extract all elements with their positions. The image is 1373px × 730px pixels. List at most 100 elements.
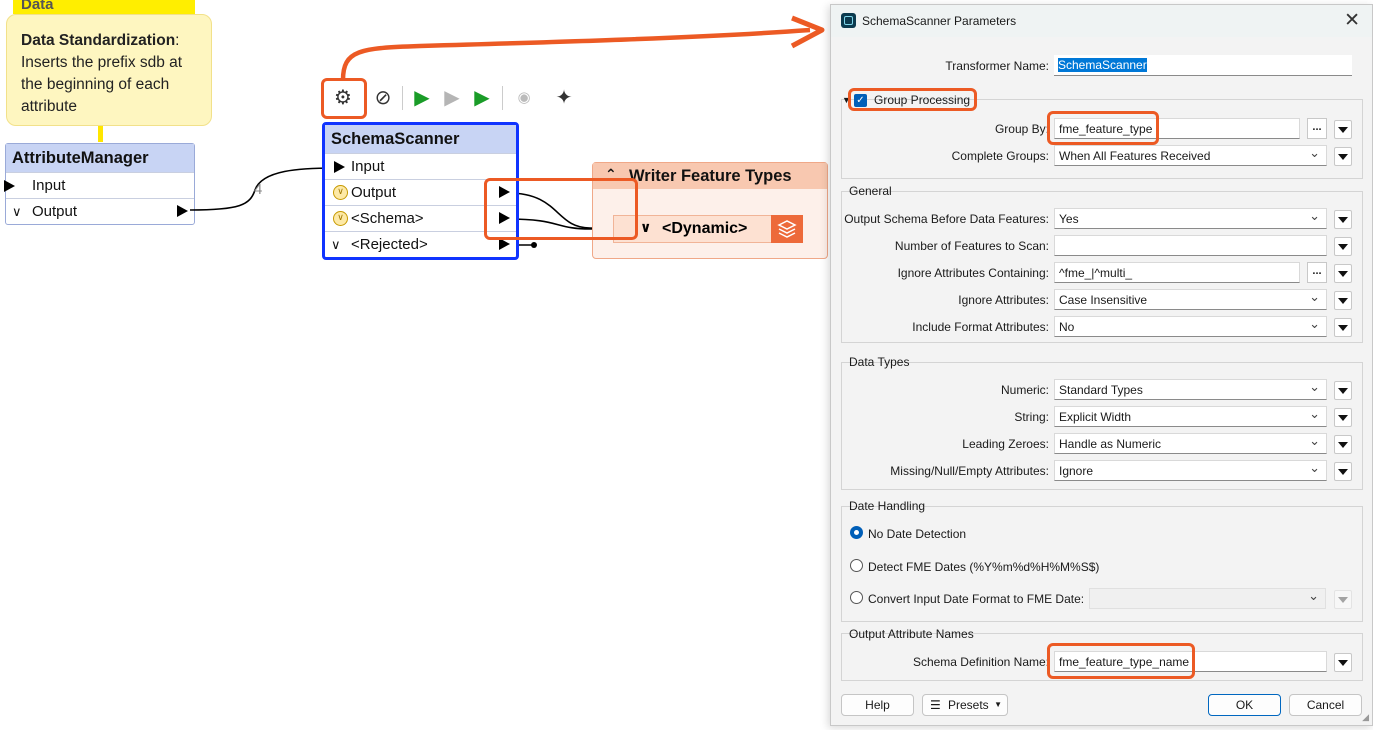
input-port[interactable]: Input	[325, 153, 516, 179]
complete-groups-select[interactable]: When All Features Received	[1054, 145, 1327, 166]
dropdown-arrow-icon: ▼	[994, 700, 1002, 709]
parameter-menu-button[interactable]	[1334, 237, 1352, 256]
workspace-canvas[interactable]: Data Data Standardization: Inserts the p…	[0, 0, 830, 730]
ignore-attributes-select[interactable]: Case Insensitive	[1054, 289, 1327, 310]
parameter-menu-button[interactable]	[1334, 147, 1352, 166]
include-format-value: No	[1059, 320, 1075, 334]
port-label: <Rejected>	[351, 236, 428, 253]
complete-groups-value: When All Features Received	[1059, 149, 1211, 163]
chevron-down-icon: ∨	[331, 237, 341, 252]
disable-icon[interactable]: ⊘	[369, 83, 397, 113]
feature-count-label: 4	[254, 181, 263, 198]
general-section-label: General	[849, 184, 892, 198]
parameter-menu-button[interactable]	[1334, 462, 1352, 481]
conditional-icon: ∨	[333, 211, 348, 226]
sparkle-icon[interactable]: ✦	[550, 83, 578, 113]
presets-label: Presets	[948, 698, 989, 712]
parameter-menu-button[interactable]	[1334, 408, 1352, 427]
run-to-this-icon[interactable]: ▶	[408, 83, 436, 113]
include-format-select[interactable]: No	[1054, 316, 1327, 337]
date-handling-section-label: Date Handling	[849, 499, 926, 513]
app-icon	[841, 13, 856, 28]
leading-zeroes-label: Leading Zeroes:	[962, 437, 1049, 451]
presets-button[interactable]: ☰ Presets ▼	[922, 694, 1008, 716]
ignore-attributes-label: Ignore Attributes:	[958, 293, 1049, 307]
string-value: Explicit Width	[1059, 410, 1132, 424]
ellipsis-button[interactable]: ...	[1307, 118, 1327, 139]
dynamic-feature-type[interactable]: ∨ <Dynamic>	[613, 215, 803, 243]
cancel-button[interactable]: Cancel	[1289, 694, 1362, 716]
toolbar-separator	[402, 86, 403, 110]
output-schema-select[interactable]: Yes	[1054, 208, 1327, 229]
complete-groups-label: Complete Groups:	[951, 149, 1049, 163]
detect-fme-dates-radio[interactable]	[850, 559, 863, 572]
inspect-icon[interactable]: ◉	[510, 83, 538, 113]
transformer-title: SchemaScanner	[325, 125, 516, 153]
schema-definition-label: Schema Definition Name:	[912, 655, 1049, 669]
ok-button[interactable]: OK	[1208, 694, 1281, 716]
output-schema-value: Yes	[1059, 212, 1079, 226]
ports-highlight	[484, 178, 638, 240]
ignore-attributes-value: Case Insensitive	[1059, 293, 1148, 307]
run-only-icon[interactable]: ▶	[468, 83, 496, 113]
numeric-value: Standard Types	[1059, 383, 1143, 397]
parameter-menu-button[interactable]	[1334, 435, 1352, 454]
num-features-label: Number of Features to Scan:	[894, 239, 1049, 253]
numeric-label: Numeric:	[1000, 383, 1049, 397]
group-by-label: Group By:	[994, 122, 1049, 136]
numeric-select[interactable]: Standard Types	[1054, 379, 1327, 400]
input-port-arrow-icon	[334, 161, 345, 173]
parameter-menu-button[interactable]	[1334, 318, 1352, 337]
date-format-select	[1089, 588, 1326, 609]
data-types-section-label: Data Types	[849, 355, 910, 369]
presets-icon: ☰	[930, 698, 941, 712]
leading-zeroes-select[interactable]: Handle as Numeric	[1054, 433, 1327, 454]
close-icon[interactable]: ✕	[1344, 9, 1360, 32]
parameter-menu-button	[1334, 590, 1352, 609]
dialog-titlebar: SchemaScanner Parameters ✕	[831, 5, 1372, 37]
toolbar-separator	[502, 86, 503, 110]
port-label: Input	[351, 158, 385, 175]
convert-date-radio[interactable]	[850, 591, 863, 604]
parameter-menu-button[interactable]	[1334, 210, 1352, 229]
group-by-highlight	[1047, 111, 1159, 145]
parameter-menu-button[interactable]	[1334, 120, 1352, 139]
parameter-menu-button[interactable]	[1334, 381, 1352, 400]
dialog-title: SchemaScanner Parameters	[862, 14, 1017, 28]
ignore-containing-field[interactable]: ^fme_|^multi_	[1054, 262, 1300, 283]
port-label: Output	[351, 184, 397, 201]
rejected-end-dot	[531, 242, 537, 248]
port-label: <Schema>	[351, 210, 424, 227]
chevron-down-icon: ∨	[640, 219, 652, 235]
help-button[interactable]: Help	[841, 694, 914, 716]
layers-icon	[771, 215, 803, 243]
connection-am-ss[interactable]	[189, 167, 336, 211]
missing-value: Ignore	[1059, 464, 1094, 478]
parameter-menu-button[interactable]	[1334, 264, 1352, 283]
writer-title: Writer Feature Types	[629, 167, 792, 185]
transformer-name-value: SchemaScanner	[1058, 58, 1147, 72]
resize-grip-icon[interactable]: ◢	[1362, 712, 1369, 723]
callout-arrow	[340, 27, 811, 81]
group-processing-highlight	[848, 88, 977, 111]
detect-fme-dates-label: Detect FME Dates (%Y%m%d%H%M%S$)	[868, 560, 1100, 574]
leading-zeroes-value: Handle as Numeric	[1059, 437, 1162, 451]
no-date-detection-radio[interactable]	[850, 526, 863, 539]
output-attributes-section-label: Output Attribute Names	[849, 627, 974, 641]
ellipsis-button[interactable]: ...	[1307, 262, 1327, 283]
output-schema-label: Output Schema Before Data Features:	[844, 212, 1049, 226]
ignore-containing-value: ^fme_|^multi_	[1059, 266, 1133, 280]
no-date-detection-label: No Date Detection	[868, 527, 967, 541]
transformer-name-field[interactable]: SchemaScanner	[1054, 55, 1352, 76]
num-features-field[interactable]	[1054, 235, 1327, 256]
schema-definition-highlight	[1047, 643, 1195, 679]
include-format-label: Include Format Attributes:	[912, 320, 1049, 334]
missing-select[interactable]: Ignore	[1054, 460, 1327, 481]
feature-type-name: <Dynamic>	[662, 220, 748, 237]
ignore-containing-label: Ignore Attributes Containing:	[897, 266, 1049, 280]
transformer-name-label: Transformer Name:	[945, 59, 1049, 73]
parameter-menu-button[interactable]	[1334, 653, 1352, 672]
string-select[interactable]: Explicit Width	[1054, 406, 1327, 427]
parameter-menu-button[interactable]	[1334, 291, 1352, 310]
run-from-this-icon[interactable]: ▶	[438, 83, 466, 113]
